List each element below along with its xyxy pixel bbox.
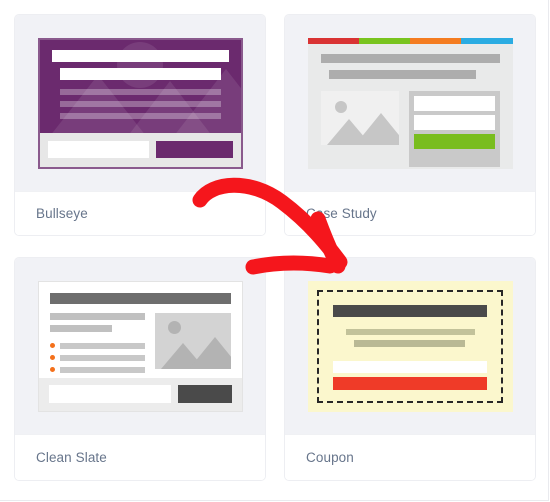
template-card-case-study[interactable]: Case Study (285, 15, 535, 235)
mock-form-footer (39, 132, 241, 167)
template-name-label: Bullseye (36, 206, 88, 221)
mock-heading-primary (320, 53, 500, 63)
mock-content-row (49, 312, 231, 379)
template-thumbnail-coupon[interactable] (285, 258, 535, 434)
mock-clean-slate (37, 280, 243, 412)
mock-body (40, 40, 241, 125)
mountain-shape (188, 336, 231, 369)
sun-dot-icon (167, 320, 181, 334)
mock-coupon (307, 280, 513, 412)
mountain-shape (354, 112, 399, 145)
mock-heading-secondary (59, 67, 221, 80)
mock-content-row (308, 90, 513, 167)
bullet-dot-icon (49, 355, 55, 360)
color-segment-orange (410, 37, 462, 44)
mock-submit-button (155, 141, 233, 158)
mock-heading-primary (49, 292, 231, 304)
template-card-bullseye[interactable]: Bullseye (15, 15, 265, 235)
template-card-coupon[interactable]: Coupon (285, 258, 535, 480)
mock-text-line (49, 324, 113, 332)
mock-bullet-item (49, 342, 145, 349)
color-segment-blue (461, 37, 513, 44)
template-name-label: Case Study (306, 206, 377, 221)
template-name-label: Clean Slate (36, 450, 107, 465)
mock-text-line (59, 88, 221, 95)
template-label-bar-clean-slate: Clean Slate (15, 434, 265, 480)
mock-text-line (354, 340, 465, 347)
bullet-dot-icon (49, 343, 55, 348)
template-thumbnail-case-study[interactable] (285, 15, 535, 191)
mock-heading-secondary (328, 69, 476, 79)
mock-heading-group (308, 44, 513, 79)
template-grid: Bullseye Case Study Clean Slate Coupon (15, 15, 535, 480)
mock-text-column (49, 312, 145, 379)
template-thumbnail-clean-slate[interactable] (15, 258, 265, 434)
mock-text-line (59, 354, 145, 361)
mock-input-field (48, 385, 171, 403)
template-name-label: Coupon (306, 450, 354, 465)
mock-image-placeholder (154, 312, 231, 369)
mock-input-field (413, 114, 495, 130)
mock-color-bar (307, 37, 513, 44)
mock-text-line (346, 328, 475, 336)
mock-submit-button (177, 385, 232, 403)
mock-text-line (49, 312, 145, 320)
mock-heading-primary (51, 49, 229, 62)
mock-input-field (333, 360, 487, 374)
mock-text-line (59, 100, 221, 107)
mock-submit-button (333, 377, 487, 390)
sun-dot-icon (334, 100, 347, 113)
template-picker: Bullseye Case Study Clean Slate Coupon (0, 0, 550, 502)
template-label-bar-bullseye: Bullseye (15, 191, 265, 235)
template-label-bar-coupon: Coupon (285, 434, 535, 480)
mock-input-field (413, 95, 495, 111)
template-thumbnail-bullseye[interactable] (15, 15, 265, 191)
mock-text-line (59, 112, 221, 119)
mock-text-line (59, 366, 145, 373)
mock-input-field (47, 141, 149, 158)
color-segment-red (307, 37, 359, 44)
mock-form-footer (38, 377, 242, 411)
mock-text-line (59, 342, 145, 349)
mock-image-placeholder (320, 90, 399, 145)
mock-bullseye (37, 37, 243, 169)
mock-submit-button (413, 133, 495, 149)
mock-case-study (307, 37, 513, 169)
mock-bullet-item (49, 366, 145, 373)
bullet-dot-icon (49, 367, 55, 372)
color-segment-green (358, 37, 410, 44)
mock-bullet-item (49, 354, 145, 361)
mock-form-panel (408, 90, 500, 167)
template-card-clean-slate[interactable]: Clean Slate (15, 258, 265, 480)
mock-body (39, 282, 242, 379)
coupon-dashed-frame (317, 289, 503, 403)
mock-heading-primary (333, 304, 487, 317)
template-label-bar-case-study: Case Study (285, 191, 535, 235)
